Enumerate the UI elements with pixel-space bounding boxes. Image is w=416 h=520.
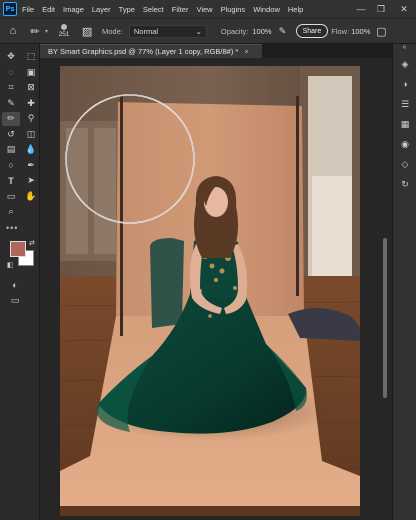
history-brush-tool-icon[interactable]: ↺ [2,128,20,142]
photoshop-logo: Ps [3,2,17,16]
window-pane [94,128,116,254]
stand-pole [120,96,123,336]
mode-label: Mode: [102,26,123,36]
minimize-button[interactable]: — [352,0,370,18]
opacity-value[interactable]: 100% [252,27,271,36]
brush-size-value: 251 [58,31,70,38]
menu-help[interactable]: Help [288,5,303,14]
type-tool-icon[interactable]: T [2,174,20,188]
screen-mode-icon[interactable]: ▭ [6,294,24,308]
color-swatches: ⇄ ◧ [4,239,40,275]
frame-tool-icon[interactable]: ⊠ [22,81,40,95]
properties-icon[interactable]: ☰ [393,94,416,114]
panel-dock: « ◈ ◑ ☰ ▦ ◉ ◇ ↻ [392,44,416,520]
brush-tool-preset-icon[interactable]: ✏ [26,25,44,38]
close-icon[interactable]: × [244,47,248,56]
menu-filter[interactable]: Filter [172,5,189,14]
menu-type[interactable]: Type [119,5,135,14]
chair-back [150,238,184,328]
pen-tool-icon[interactable]: ✒ [22,159,40,173]
brush-tool-icon[interactable]: ✏ [2,112,20,126]
brush-settings-icon[interactable]: ▨ [78,25,96,38]
tools-panel: ✥ ⬚ ◌ ▣ ⌗ ⊠ ✎ ✚ ✏ ⚲ ↺ ◫ ▤ 💧 ○ ✒ T ➤ ▭ ✋ … [0,44,40,520]
lasso-tool-icon[interactable]: ◌ [2,66,20,80]
swap-colors-icon[interactable]: ⇄ [29,239,35,247]
options-bar: ⌂ ✏ ▾ 251 ▨ Mode: Normal ⌄ Opacity: 100%… [0,18,416,44]
mode-value: Normal [133,26,159,36]
window-pane [66,128,88,254]
document-tab-bar: BY Smart Graphics.psd @ 77% (Layer 1 cop… [40,44,392,58]
dodge-tool-icon[interactable]: ○ [2,159,20,173]
pressure-opacity-icon[interactable]: ✎ [274,26,292,37]
stamp-tool-icon[interactable]: ⚲ [22,112,40,126]
hand-tool-icon[interactable]: ✋ [22,190,40,204]
document-tab[interactable]: BY Smart Graphics.psd @ 77% (Layer 1 cop… [40,44,262,58]
chevron-down-icon: ⌄ [195,26,202,36]
channels-icon[interactable]: ◉ [393,134,416,154]
adjustments-icon[interactable]: ◑ [393,74,416,94]
object-select-tool-icon[interactable]: ▣ [22,66,40,80]
menu-plugins[interactable]: Plugins [221,5,246,14]
blur-tool-icon[interactable]: 💧 [22,143,40,157]
workspace-icon[interactable]: ▢ [372,25,390,38]
more-tools-icon[interactable]: ••• [0,219,39,233]
restore-button[interactable]: ❐ [372,0,390,18]
collapse-panels-icon[interactable]: « [393,44,416,54]
home-icon[interactable]: ⌂ [4,25,22,37]
flow-label: Flow: [331,26,350,36]
flow-value[interactable]: 100% [351,27,370,36]
brush-tip-icon [61,24,68,30]
eyedropper-tool-icon[interactable]: ✎ [2,97,20,111]
document-canvas-image[interactable] [60,66,360,516]
eraser-tool-icon[interactable]: ◫ [22,128,40,142]
mode-select[interactable]: Normal ⌄ [128,24,207,38]
close-window-button[interactable]: ✕ [395,0,413,18]
menu-window[interactable]: Window [253,5,280,14]
paths-icon[interactable]: ◇ [393,154,416,174]
marquee-tool-icon[interactable]: ⬚ [22,50,40,64]
share-button[interactable]: Share [295,24,329,38]
menu-select[interactable]: Select [143,5,164,14]
zoom-tool-icon[interactable]: ⌕ [2,205,20,219]
chevron-down-icon[interactable]: ▾ [45,28,48,35]
gradient-tool-icon[interactable]: ▤ [2,143,20,157]
menu-layer[interactable]: Layer [92,5,111,14]
menu-image[interactable]: Image [63,5,84,14]
path-select-tool-icon[interactable]: ➤ [22,174,40,188]
document-title: BY Smart Graphics.psd @ 77% (Layer 1 cop… [48,47,239,56]
foreground-color-swatch[interactable] [10,240,26,257]
healing-tool-icon[interactable]: ✚ [22,97,40,111]
menu-bar: Ps File Edit Image Layer Type Select Fil… [0,0,416,18]
menu-view[interactable]: View [196,5,212,14]
stand-pole [296,96,299,296]
scrollbar-thumb[interactable] [383,238,387,398]
crop-tool-icon[interactable]: ⌗ [2,81,20,95]
opacity-label: Opacity: [220,26,249,36]
brush-size-picker[interactable]: 251 [52,20,76,42]
door-panel [312,176,352,276]
menu-edit[interactable]: Edit [42,5,55,14]
move-tool-icon[interactable]: ✥ [2,50,20,64]
default-colors-icon[interactable]: ◧ [7,261,14,269]
shape-tool-icon[interactable]: ▭ [2,190,20,204]
quick-mask-icon[interactable]: ◐ [6,279,24,293]
layers-icon[interactable]: ◈ [393,54,416,74]
libraries-icon[interactable]: ▦ [393,114,416,134]
history-icon[interactable]: ↻ [393,174,416,194]
menu-file[interactable]: File [22,5,34,14]
